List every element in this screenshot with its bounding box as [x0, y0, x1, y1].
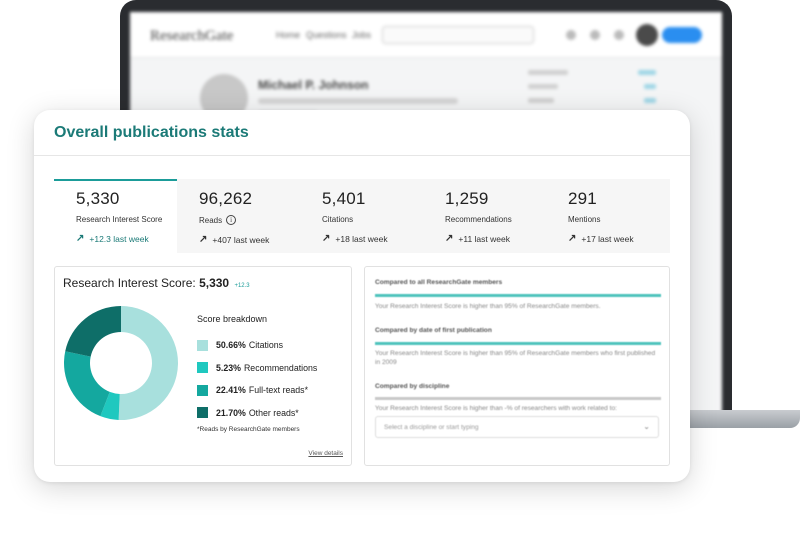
tab-label: Citations [322, 215, 354, 224]
bg-nav-home: Home [276, 30, 301, 40]
tab-trend: ↗ +12.3 last week [76, 233, 149, 244]
legend-swatch [197, 384, 208, 396]
compare-date-text: Your Research Interest Score is higher t… [375, 350, 656, 366]
compare-date-heading: Compared by date of first publication [375, 327, 492, 334]
view-details-link[interactable]: View details [308, 450, 343, 457]
legend-swatch [197, 407, 208, 419]
bg-message-icon [590, 30, 600, 40]
tab-trend: ↗ +11 last week [445, 233, 510, 244]
bg-sidebar-line [528, 70, 568, 75]
bg-sidebar-value [644, 98, 656, 103]
compare-all-text: Your Research Interest Score is higher t… [375, 303, 601, 310]
tab-recommendations[interactable]: 1,259 Recommendations ↗ +11 last week [423, 179, 546, 253]
stats-tabs: 5,330 Research Interest Score ↗ +12.3 las… [54, 179, 670, 253]
legend-item-recommendations: 5.23% Recommendations [197, 357, 317, 380]
divider [34, 155, 690, 156]
donut-slice-full-text-reads [63, 351, 110, 417]
tab-label: Research Interest Score [76, 215, 163, 224]
compare-discipline-text: Your Research Interest Score is higher t… [375, 405, 618, 412]
tab-label: Reads i [199, 215, 300, 225]
score-delta: +12.3 [234, 283, 250, 289]
info-icon[interactable]: i [226, 215, 237, 225]
compare-all-bar [375, 294, 661, 297]
tab-value: 5,330 [76, 189, 120, 208]
chevron-down-icon: ⌄ [643, 422, 650, 431]
donut-slice-citations [118, 306, 179, 420]
tab-label: Recommendations [445, 215, 512, 224]
score-heading: Research Interest Score: 5,330 +12.3 [63, 276, 250, 290]
bg-profile-name: Michael P. Johnson [258, 78, 369, 92]
trending-up-icon: ↗ [76, 233, 85, 244]
bg-sidebar-line [528, 98, 554, 103]
bg-search-input [382, 26, 534, 44]
bg-text-line [258, 98, 458, 104]
compare-date-bar [375, 342, 661, 345]
discipline-select[interactable]: Select a discipline or start typing ⌄ [375, 416, 659, 438]
comparison-panel: Compared to all ResearchGate members You… [364, 266, 670, 466]
tab-trend: ↗ +407 last week [199, 234, 270, 245]
legend-item-full-text-reads: 22.41% Full-text reads* [197, 379, 317, 402]
bg-bell-icon [614, 30, 624, 40]
legend-item-citations: 50.66% Citations [197, 334, 317, 357]
trending-up-icon: ↗ [568, 233, 577, 244]
tab-label: Mentions [568, 215, 601, 224]
bg-topbar: ResearchGate Home Questions Jobs [130, 12, 722, 58]
tab-mentions[interactable]: 291 Mentions ↗ +17 last week [546, 179, 669, 253]
breakdown-legend: 50.66% Citations 5.23% Recommendations 2… [197, 334, 317, 424]
tab-reads[interactable]: 96,262 Reads i ↗ +407 last week [177, 179, 300, 253]
tab-value: 96,262 [199, 189, 253, 208]
bg-nav-jobs: Jobs [352, 30, 372, 40]
score-breakdown-panel: Research Interest Score: 5,330 +12.3 Sco… [54, 266, 352, 466]
legend-item-other-reads: 21.70% Other reads* [197, 402, 317, 425]
legend-swatch [197, 362, 208, 374]
laptop-base [690, 410, 800, 428]
tab-trend: ↗ +17 last week [568, 233, 634, 244]
bg-help-icon [566, 30, 576, 40]
tab-value: 1,259 [445, 189, 489, 208]
bg-nav-questions: Questions [306, 30, 347, 40]
trending-up-icon: ↗ [322, 233, 331, 244]
compare-discipline-heading: Compared by discipline [375, 383, 450, 390]
donut-slice-other-reads [65, 306, 121, 357]
bg-sidebar-value [638, 70, 656, 75]
card-title: Overall publications stats [54, 124, 249, 141]
compare-all-heading: Compared to all ResearchGate members [375, 279, 503, 286]
publication-stats-card: Overall publications stats 5,330 Researc… [34, 110, 690, 482]
compare-discipline-bar [375, 397, 661, 400]
tab-value: 291 [568, 189, 597, 208]
tab-trend: ↗ +18 last week [322, 233, 388, 244]
breakdown-title: Score breakdown [197, 314, 268, 324]
trending-up-icon: ↗ [445, 233, 454, 244]
tab-value: 5,401 [322, 189, 366, 208]
bg-logo: ResearchGate [150, 28, 234, 44]
bg-sidebar-line [528, 84, 558, 89]
trending-up-icon: ↗ [199, 234, 208, 245]
bg-user-avatar [636, 24, 658, 46]
bg-add-button [662, 27, 702, 43]
legend-swatch [197, 339, 208, 351]
score-value: 5,330 [199, 276, 230, 290]
bg-sidebar-value [644, 84, 656, 89]
tab-citations[interactable]: 5,401 Citations ↗ +18 last week [300, 179, 423, 253]
tab-research-interest-score[interactable]: 5,330 Research Interest Score ↗ +12.3 las… [54, 179, 177, 253]
score-donut-chart [63, 306, 179, 420]
reads-footnote: *Reads by ResearchGate members [197, 426, 300, 433]
